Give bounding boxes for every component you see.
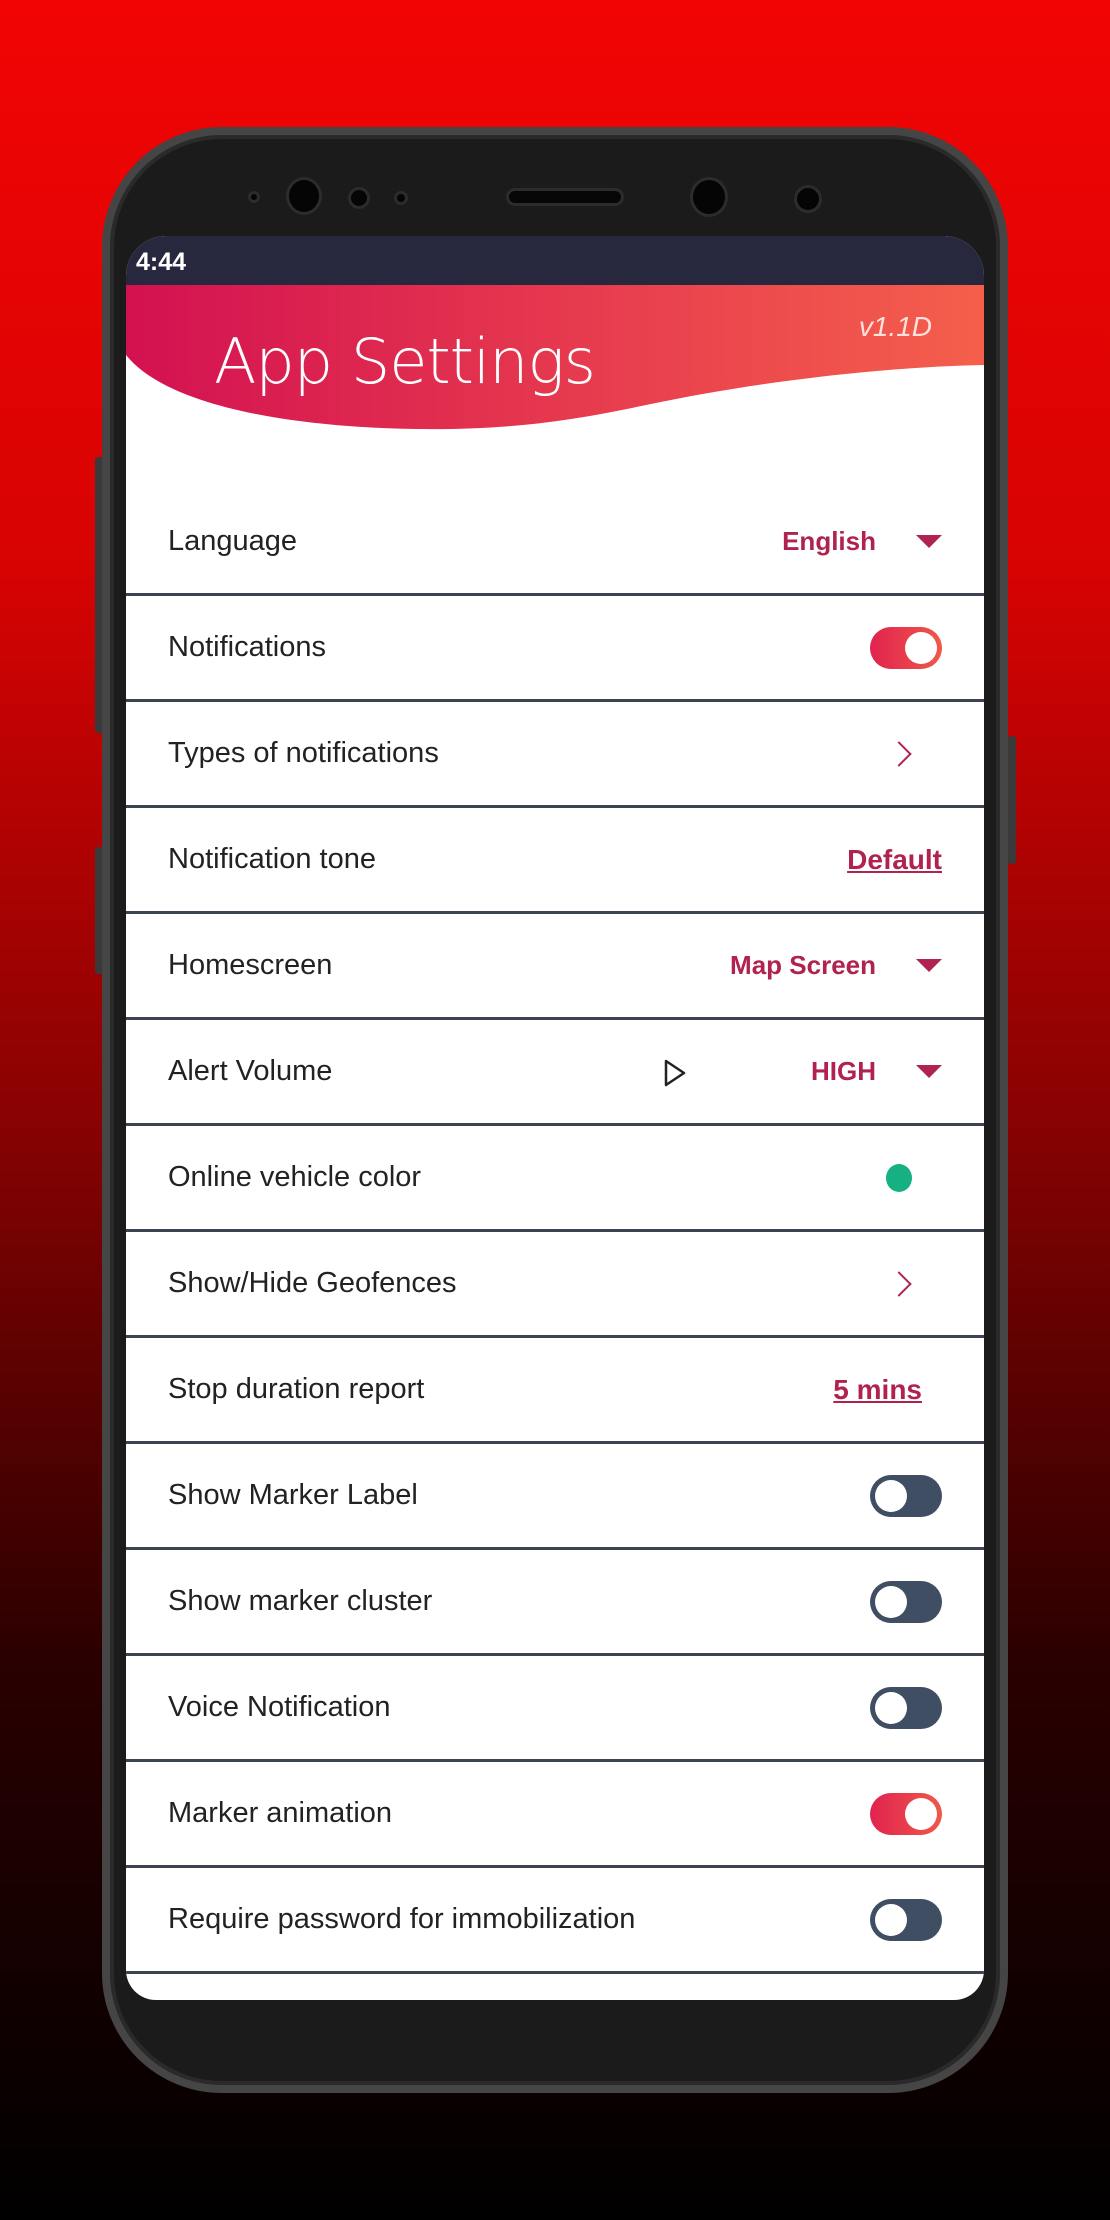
- dropdown-value[interactable]: English: [782, 526, 876, 557]
- setting-row-marker-animation[interactable]: Marker animation: [126, 1762, 984, 1868]
- toggle-knob: [875, 1691, 907, 1724]
- toggle-switch[interactable]: [870, 1474, 942, 1517]
- setting-row-alert-volume[interactable]: Alert Volume HIGH: [126, 1020, 984, 1126]
- setting-row-show-hide-geofences[interactable]: Show/Hide Geofences: [126, 1232, 984, 1338]
- sensor: [348, 187, 370, 209]
- sensor: [794, 185, 822, 213]
- toggle-knob: [875, 1903, 907, 1936]
- earpiece-speaker: [506, 188, 624, 206]
- caret-down-icon[interactable]: [916, 535, 942, 548]
- setting-row-notifications[interactable]: Notifications: [126, 596, 984, 702]
- setting-label: Homescreen: [168, 949, 333, 981]
- page-title: App Settings: [214, 325, 596, 398]
- setting-label: Voice Notification: [168, 1691, 391, 1723]
- toggle-switch[interactable]: [870, 1898, 942, 1941]
- front-camera: [286, 177, 322, 215]
- setting-row-show-marker-cluster[interactable]: Show marker cluster: [126, 1550, 984, 1656]
- setting-label: Notification tone: [168, 843, 376, 875]
- play-icon[interactable]: [662, 1058, 688, 1088]
- toggle-switch[interactable]: [870, 1792, 942, 1835]
- toggle-knob: [875, 1585, 907, 1618]
- app-version: v1.1D: [858, 311, 932, 342]
- setting-row-voice-notification[interactable]: Voice Notification: [126, 1656, 984, 1762]
- setting-label: Online vehicle color: [168, 1161, 422, 1193]
- setting-row-language[interactable]: Language English: [126, 490, 984, 596]
- sensor: [394, 191, 408, 205]
- setting-label: Alert Volume: [168, 1055, 333, 1087]
- setting-row-homescreen[interactable]: Homescreen Map Screen: [126, 914, 984, 1020]
- setting-row-types-of-notifications[interactable]: Types of notifications: [126, 702, 984, 808]
- setting-label: Show/Hide Geofences: [168, 1267, 457, 1299]
- setting-row-show-marker-label[interactable]: Show Marker Label: [126, 1444, 984, 1550]
- setting-row-stop-duration-report[interactable]: Stop duration report 5 mins: [126, 1338, 984, 1444]
- setting-row-notification-tone[interactable]: Notification tone Default: [126, 808, 984, 914]
- toggle-switch[interactable]: [870, 626, 942, 669]
- chevron-right-icon[interactable]: [886, 1270, 912, 1297]
- setting-label: Stop duration report: [168, 1373, 425, 1405]
- power-button[interactable]: [1008, 736, 1016, 864]
- camera: [690, 177, 728, 217]
- toggle-knob: [875, 1479, 907, 1512]
- link-value[interactable]: Default: [847, 844, 942, 876]
- screen: 4:44 App Settings v1.1D Language English N…: [126, 236, 984, 2000]
- color-dot[interactable]: [886, 1163, 912, 1192]
- setting-row-online-vehicle-color[interactable]: Online vehicle color: [126, 1126, 984, 1232]
- toggle-switch[interactable]: [870, 1686, 942, 1729]
- chevron-right-icon[interactable]: [886, 740, 912, 767]
- status-time: 4:44: [136, 248, 187, 276]
- toggle-switch[interactable]: [870, 1580, 942, 1623]
- toggle-knob: [905, 1797, 937, 1830]
- setting-row-require-password-for-immobilization[interactable]: Require password for immobilization: [126, 1868, 984, 1974]
- setting-label: Require password for immobilization: [168, 1903, 636, 1935]
- setting-label: Notifications: [168, 631, 326, 663]
- caret-down-icon[interactable]: [916, 1065, 942, 1078]
- setting-label: Language: [168, 525, 298, 557]
- header: App Settings v1.1D: [126, 285, 984, 435]
- setting-label: Marker animation: [168, 1797, 393, 1829]
- caret-down-icon[interactable]: [916, 959, 942, 972]
- dropdown-value[interactable]: Map Screen: [730, 950, 876, 981]
- status-bar: 4:44: [126, 236, 984, 285]
- sensor: [248, 191, 260, 203]
- settings-list: Language English Notifications Types of not…: [126, 490, 984, 1974]
- dropdown-value[interactable]: HIGH: [811, 1056, 876, 1087]
- setting-label: Types of notifications: [168, 737, 439, 769]
- setting-label: Show marker cluster: [168, 1585, 433, 1617]
- setting-label: Show Marker Label: [168, 1479, 418, 1511]
- link-value[interactable]: 5 mins: [833, 1374, 922, 1406]
- toggle-knob: [905, 631, 937, 664]
